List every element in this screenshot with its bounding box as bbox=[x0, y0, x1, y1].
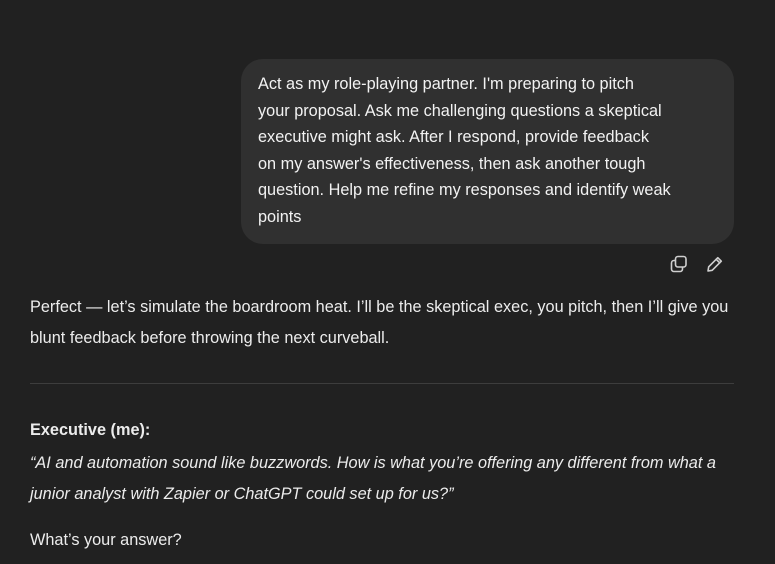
user-message-bubble: Act as my role-playing partner. I'm prep… bbox=[241, 59, 734, 244]
divider bbox=[30, 383, 734, 384]
answer-prompt: What’s your answer? bbox=[30, 531, 182, 549]
copy-icon[interactable] bbox=[668, 253, 690, 275]
assistant-intro-text: Perfect — let’s simulate the boardroom h… bbox=[30, 298, 729, 347]
executive-question: “AI and automation sound like buzzwords.… bbox=[30, 454, 716, 503]
pencil-icon[interactable] bbox=[704, 253, 726, 275]
speaker-label: Executive (me): bbox=[30, 421, 151, 439]
message-actions bbox=[668, 253, 726, 275]
